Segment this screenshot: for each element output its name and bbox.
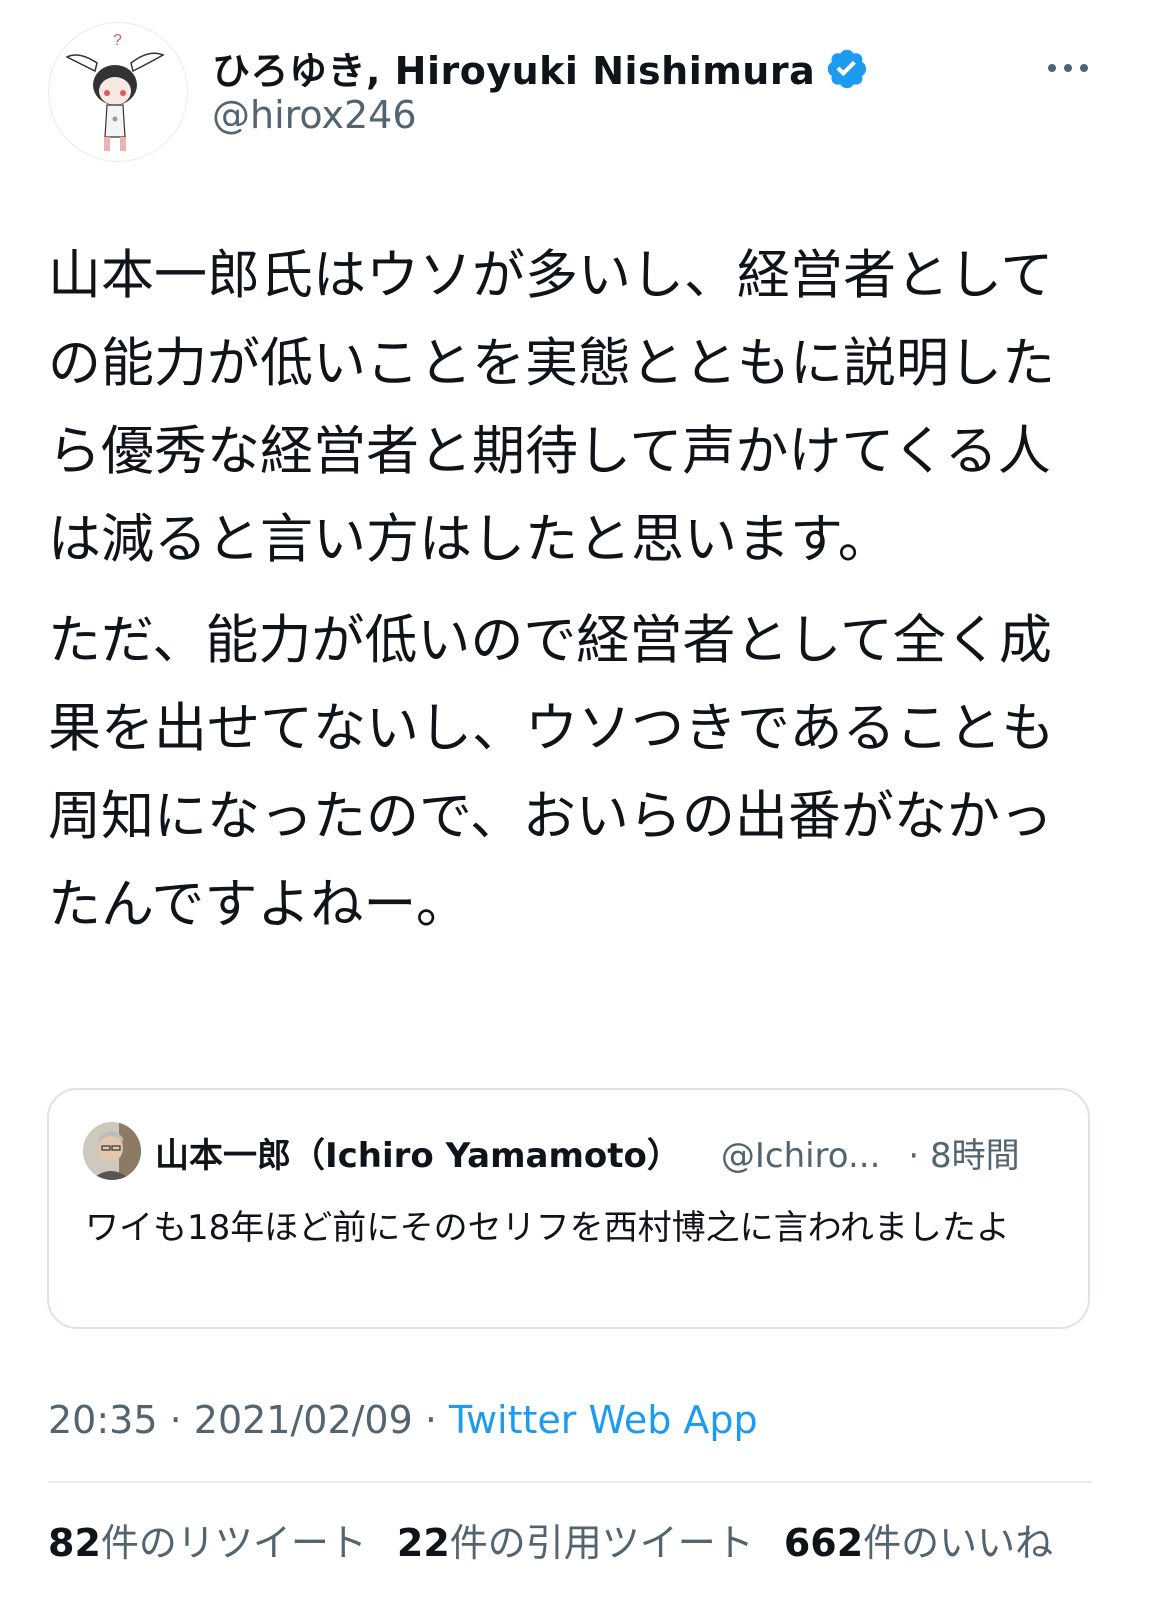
quoted-author-name: 山本一郎（Ichiro Yamamoto） <box>155 1136 681 1176</box>
quoted-tweet-time: · 8時間 <box>908 1136 1020 1176</box>
author-display-name[interactable]: ひろゆき, Hiroyuki Nishimura <box>212 40 815 95</box>
verified-badge-icon <box>828 49 867 88</box>
quoted-author-avatar <box>83 1122 141 1180</box>
tweet-paragraph: 山本一郎氏はウソが多いし、経営者としての能力が低いことを実態とともに説明したら優… <box>48 245 1055 570</box>
author-name-row: ひろゆき, Hiroyuki Nishimura <box>212 40 869 95</box>
source-app-link[interactable]: Twitter Web App <box>449 1398 758 1442</box>
quoted-tweet-text: ワイも18年ほど前にそのセリフを西村博之に言われましたよ <box>85 1208 1010 1248</box>
author-handle[interactable]: @hirox246 <box>212 93 417 137</box>
quoted-tweet-card[interactable]: 山本一郎（Ichiro Yamamoto） @Ichiro... · 8時間 ワ… <box>47 1088 1090 1329</box>
likes-label: 件のいいね <box>863 1521 1054 1565</box>
tweet-meta: 20:35 · 2021/02/09 · Twitter Web App <box>48 1398 758 1442</box>
retweets-label: 件のリツイート <box>100 1521 367 1565</box>
quotes-count: 22 <box>396 1521 450 1565</box>
meta-separator: · <box>157 1398 194 1442</box>
likes-count: 662 <box>783 1521 864 1565</box>
tweet-text: 山本一郎氏はウソが多いし、経営者としての能力が低いことを実態とともに説明したら優… <box>48 232 1098 949</box>
tweet-date[interactable]: 2021/02/09 <box>194 1398 413 1442</box>
tweet-time[interactable]: 20:35 <box>48 1398 158 1442</box>
retweets-count: 82 <box>48 1521 101 1565</box>
likes-stat[interactable]: 662件のいいね <box>784 1512 1053 1567</box>
meta-separator: · <box>412 1398 450 1442</box>
tweet-stats: 82件のリツイート 22件の引用ツイート 662件のいいね <box>48 1512 1083 1567</box>
tweet-paragraph: ただ、能力が低いので経営者として全く成果を出せてないし、ウソつきであることも周知… <box>48 610 1055 935</box>
quoted-tweet-header: 山本一郎（Ichiro Yamamoto） @Ichiro... · 8時間 <box>155 1128 1020 1177</box>
retweets-stat[interactable]: 82件のリツイート <box>48 1512 367 1567</box>
quotes-stat[interactable]: 22件の引用ツイート <box>397 1512 754 1567</box>
divider <box>48 1481 1092 1483</box>
author-avatar[interactable]: ? <box>48 22 188 162</box>
more-options-icon[interactable] <box>1040 50 1096 86</box>
quotes-label: 件の引用ツイート <box>449 1521 754 1565</box>
svg-text:?: ? <box>113 32 122 49</box>
quoted-author-handle: @Ichiro... <box>720 1136 881 1176</box>
